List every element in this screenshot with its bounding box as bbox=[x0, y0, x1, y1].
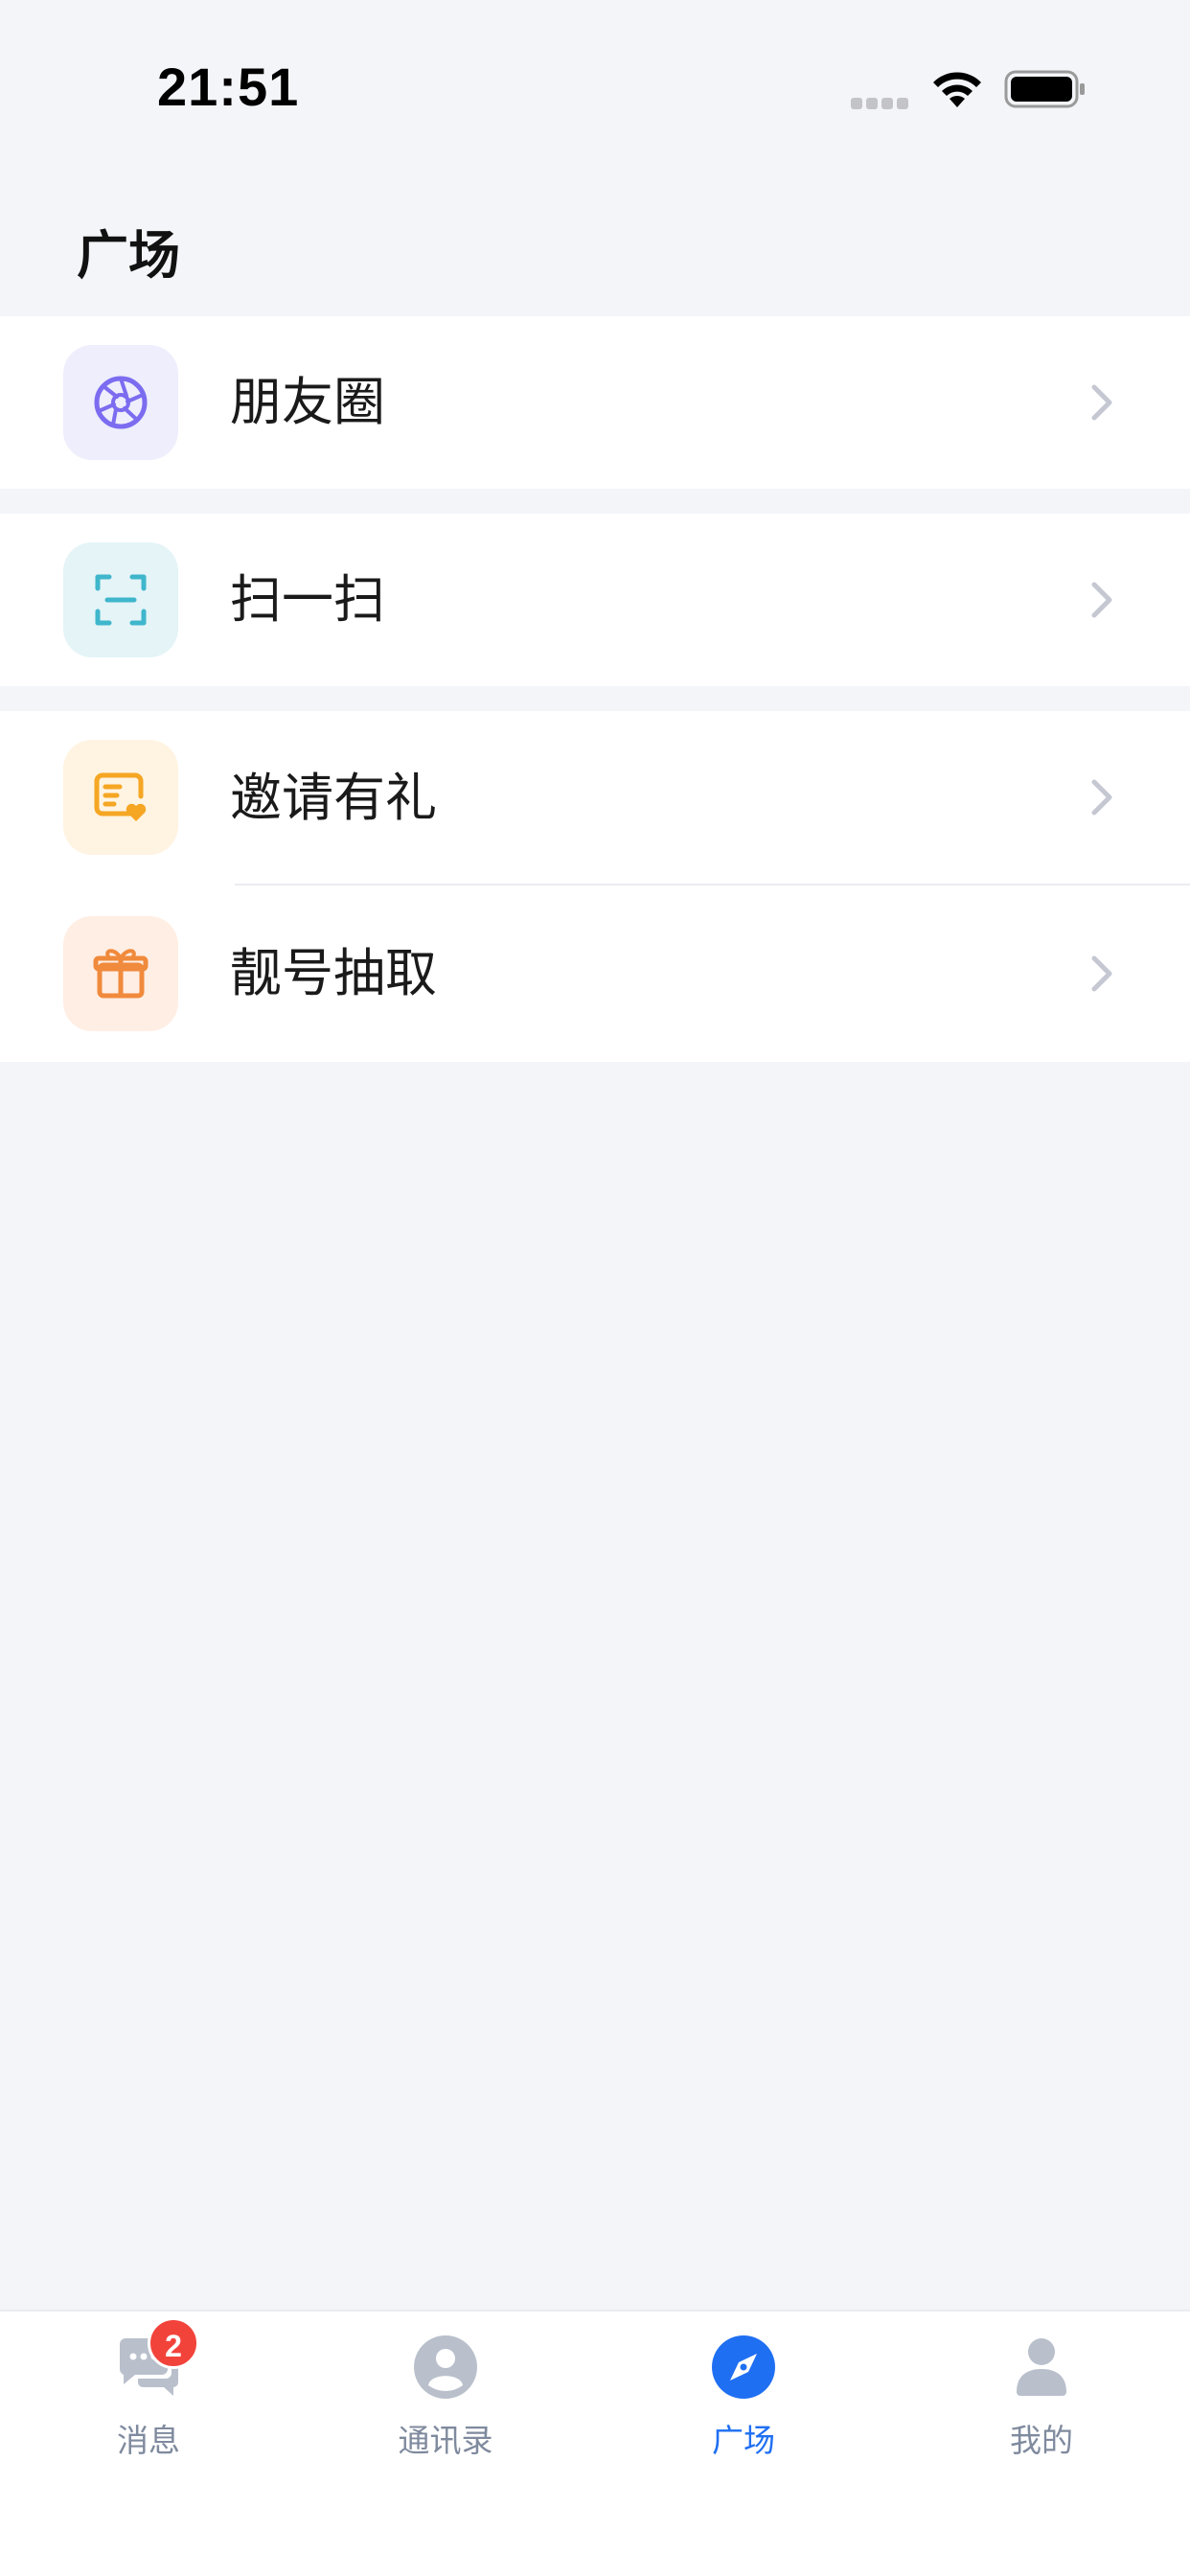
invite-icon-box bbox=[63, 740, 178, 855]
unread-badge: 2 bbox=[148, 2317, 199, 2369]
tab-label: 广场 bbox=[712, 2422, 775, 2459]
battery-icon bbox=[1004, 70, 1085, 108]
status-bar: 21:51 bbox=[0, 0, 1190, 182]
wifi-icon bbox=[933, 72, 981, 107]
menu-item-lucky-number[interactable]: 靓号抽取 bbox=[0, 886, 1190, 1062]
menu-item-label: 靓号抽取 bbox=[230, 943, 437, 1003]
menu-item-label: 朋友圈 bbox=[230, 372, 385, 432]
chevron-right-icon bbox=[1091, 955, 1112, 992]
menu-item-invite[interactable]: 邀请有礼 bbox=[0, 711, 1190, 886]
moments-icon-box bbox=[63, 345, 178, 460]
person-icon bbox=[1017, 2338, 1066, 2396]
compass-icon bbox=[712, 2335, 775, 2399]
tab-me[interactable]: 我的 bbox=[893, 2312, 1190, 2503]
tab-label: 我的 bbox=[1010, 2422, 1073, 2459]
gift-icon bbox=[93, 949, 149, 999]
tab-bar: 2 消息 通讯录 广场 我的 bbox=[0, 2310, 1190, 2576]
cellular-signal-icon bbox=[851, 98, 910, 109]
page-title: 广场 bbox=[77, 225, 180, 286]
menu-item-moments[interactable]: 朋友圈 bbox=[0, 316, 1190, 489]
chevron-right-icon bbox=[1091, 384, 1112, 421]
chevron-right-icon bbox=[1091, 582, 1112, 618]
tab-label: 消息 bbox=[117, 2422, 180, 2459]
contacts-icon bbox=[414, 2335, 477, 2399]
scan-icon bbox=[95, 574, 147, 626]
menu-item-label: 扫一扫 bbox=[230, 569, 385, 630]
tab-messages[interactable]: 2 消息 bbox=[0, 2312, 297, 2503]
chevron-right-icon bbox=[1091, 779, 1112, 816]
menu-group-moments: 朋友圈 bbox=[0, 316, 1190, 489]
lucky-number-icon-box bbox=[63, 916, 178, 1031]
invite-card-icon bbox=[94, 772, 147, 821]
tab-label: 通讯录 bbox=[398, 2422, 493, 2459]
tab-square[interactable]: 广场 bbox=[595, 2312, 892, 2503]
menu-item-scan[interactable]: 扫一扫 bbox=[0, 514, 1190, 686]
scan-icon-box bbox=[63, 542, 178, 657]
aperture-icon bbox=[94, 376, 148, 429]
menu-group-scan: 扫一扫 bbox=[0, 514, 1190, 686]
menu-item-label: 邀请有礼 bbox=[230, 768, 437, 828]
status-time: 21:51 bbox=[157, 57, 300, 117]
menu-group-rewards: 邀请有礼 靓号抽取 bbox=[0, 711, 1190, 1062]
tab-contacts[interactable]: 通讯录 bbox=[297, 2312, 594, 2503]
